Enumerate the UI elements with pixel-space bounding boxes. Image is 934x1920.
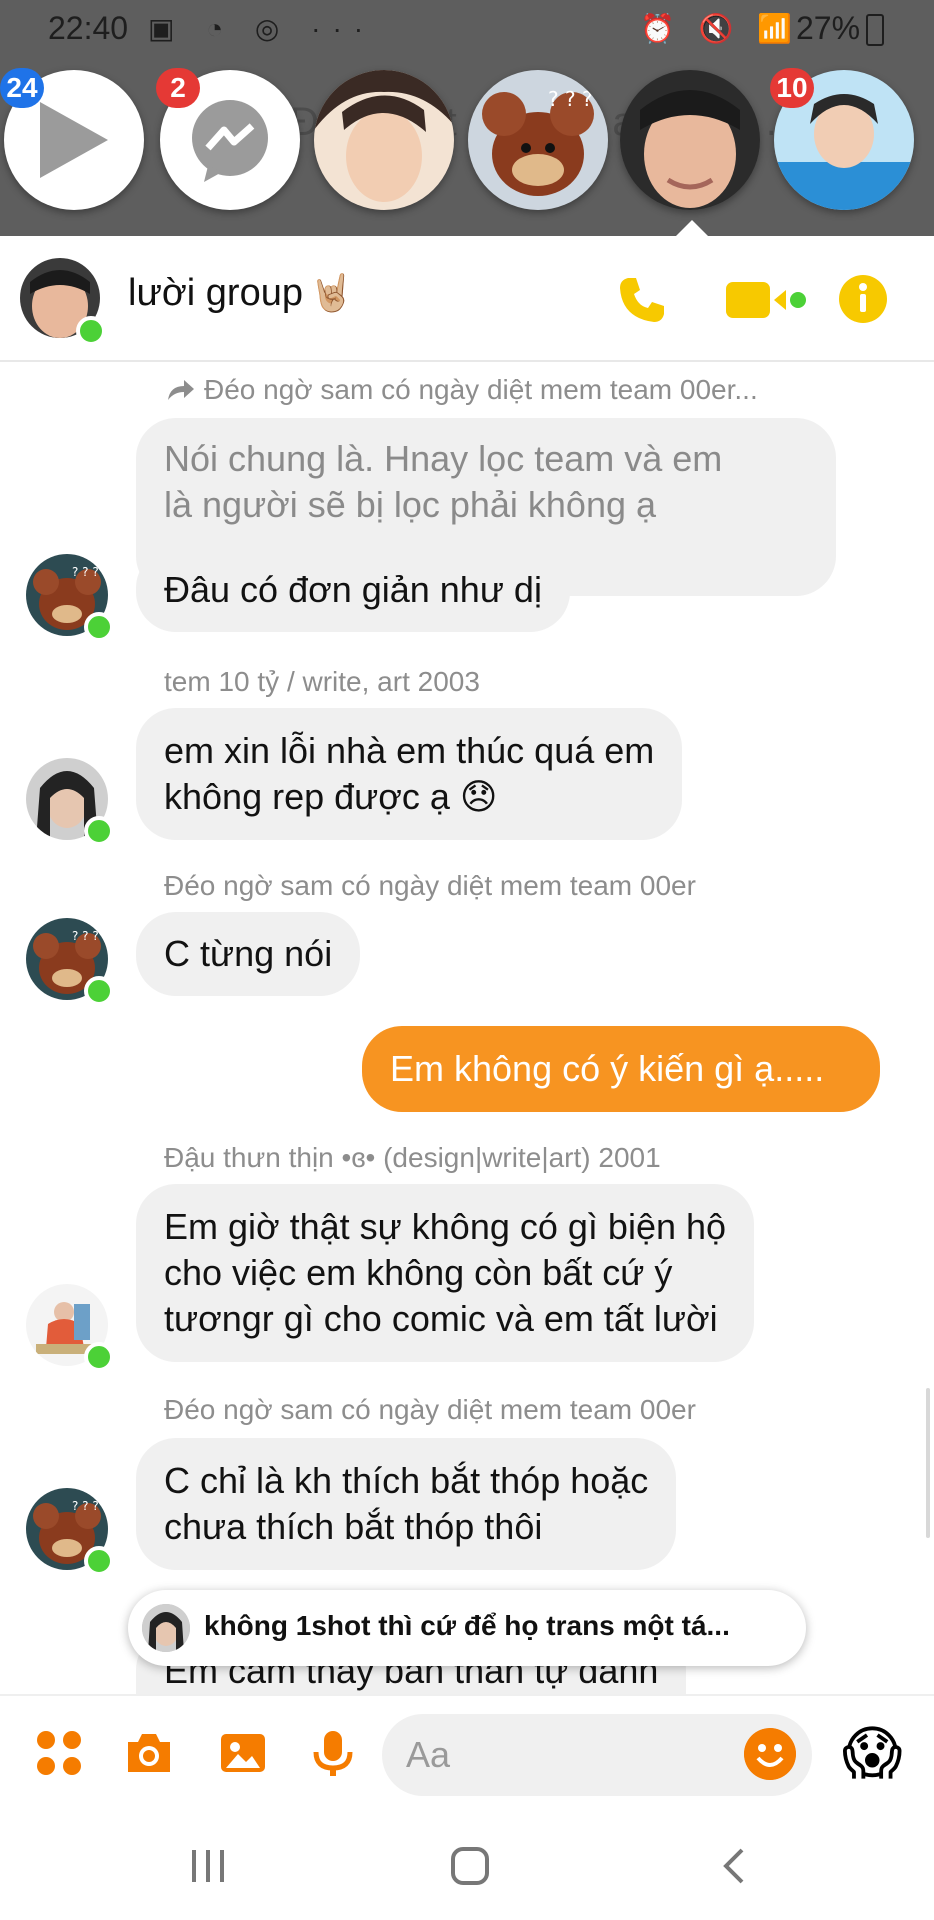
message-text: C từng nói (164, 933, 333, 974)
system-navigation-bar (0, 1812, 934, 1920)
status-time: 22:40 (48, 10, 129, 46)
chat-head-play[interactable]: 24 (0, 68, 144, 210)
own-message-bubble[interactable]: Em không có ý kiến gì ạ..... (362, 1026, 880, 1112)
quick-reaction-scream-icon[interactable]: 😱 (842, 1722, 902, 1786)
chat-panel: lười group 🤘🏼 Đéo ngờ sam có ngày diệt me… (0, 236, 934, 1812)
emoji-icon[interactable] (744, 1728, 796, 1780)
forward-icon (168, 380, 194, 400)
home-icon[interactable] (450, 1846, 490, 1886)
toast-avatar (142, 1604, 190, 1652)
unread-badge: 2 (156, 68, 200, 108)
notification-icons: ▣ ◔ ◎ ··· (148, 13, 376, 44)
chat-head-contact-3[interactable] (314, 70, 454, 210)
message-bubble[interactable]: C chỉ là kh thích bắt thóp hoặc chưa thí… (136, 1438, 677, 1570)
online-indicator (84, 1342, 114, 1372)
message-bubble[interactable]: C từng nói (136, 912, 361, 996)
message-line: là người sẽ bị lọc phải không ạ (164, 484, 657, 525)
message-line: Nói chung là. Hnay lọc team và em (164, 438, 723, 479)
online-indicator (84, 816, 114, 846)
conversation-title[interactable]: lười group 🤘🏼 (128, 272, 354, 315)
message-bubble[interactable]: em xin lỗi nhà em thúc quá em không rep … (136, 708, 683, 840)
svg-text:? ? ?: ? ? ? (548, 87, 593, 111)
sender-name: Đéo ngờ sam có ngày diệt mem team 00er (164, 870, 696, 901)
avatar (142, 1604, 190, 1652)
new-message-toast[interactable]: không 1shot thì cứ để họ trans một tá... (128, 1590, 806, 1666)
chat-head-contact-4[interactable]: ? ? ? (468, 70, 608, 210)
sender-name: Đậu thưn thịn •ɞ• (design|write|art) 200… (164, 1142, 661, 1173)
message-line: tươngr gì cho comic và em tất lười (164, 1298, 718, 1339)
svg-text:? ? ?: ? ? ? (72, 565, 99, 579)
chat-head-contact-6[interactable]: 10 (770, 68, 914, 210)
message-bubble[interactable]: Đâu có đơn giản như dị (136, 548, 570, 632)
gallery-icon[interactable] (218, 1728, 268, 1778)
title-emoji: 🤘🏼 (309, 272, 354, 313)
message-line: C chỉ là kh thích bắt thóp hoặc (164, 1460, 649, 1501)
avatar: ? ? ? (468, 70, 608, 210)
info-icon[interactable] (838, 274, 888, 324)
chat-head-contact-5-active[interactable] (620, 70, 760, 210)
battery-level: 27% (796, 10, 861, 46)
camera-icon[interactable] (124, 1728, 174, 1778)
online-indicator (84, 612, 114, 642)
message-text: Đâu có đơn giản như dị (164, 569, 542, 610)
message-line: cho việc em không còn bất cứ ý (164, 1252, 673, 1293)
unread-badge: 24 (0, 68, 44, 108)
avatar (314, 70, 454, 210)
message-composer: 😱 (0, 1694, 934, 1814)
svg-text:? ? ?: ? ? ? (72, 1499, 99, 1513)
scrollbar[interactable] (926, 1388, 930, 1538)
chat-head-messenger[interactable]: 2 (156, 68, 300, 210)
online-indicator (76, 316, 106, 346)
chat-header: lười group 🤘🏼 (0, 236, 934, 362)
sender-name: Đéo ngờ sam có ngày diệt mem team 00er (164, 1394, 696, 1425)
battery-icon (866, 14, 884, 46)
more-apps-icon[interactable] (34, 1728, 84, 1778)
recent-apps-icon[interactable] (188, 1848, 228, 1884)
active-chat-pointer (676, 220, 708, 236)
svg-text:? ? ?: ? ? ? (72, 929, 99, 943)
phone-call-icon[interactable] (616, 274, 668, 326)
message-text: Em không có ý kiến gì ạ..... (390, 1048, 825, 1089)
online-indicator (84, 1546, 114, 1576)
unread-badge: 10 (770, 68, 814, 108)
toast-message: không 1shot thì cứ để họ trans một tá... (204, 1610, 730, 1641)
system-icons: ⏰ 🔇 📶 (640, 13, 801, 44)
microphone-icon[interactable] (308, 1728, 358, 1778)
back-icon[interactable] (720, 1848, 748, 1884)
avatar (620, 70, 760, 210)
status-bar: 22:40 ▣ ◔ ◎ ··· ⏰ 🔇 📶 27% (0, 0, 934, 58)
sender-name: Đéo ngờ sam có ngày diệt mem team 00er..… (204, 374, 758, 405)
message-line: Em giờ thật sự không có gì biện hộ (164, 1206, 727, 1247)
message-bubble[interactable]: Em giờ thật sự không có gì biện hộ cho v… (136, 1184, 755, 1362)
conversation-name: lười group (128, 272, 303, 314)
message-line: em xin lỗi nhà em thúc quá em (164, 730, 655, 771)
sender-name: tem 10 tỷ / write, art 2003 (164, 666, 480, 697)
video-call-icon[interactable] (724, 280, 808, 320)
message-line: không rep được ạ 😞 (164, 776, 498, 817)
message-line: chưa thích bắt thóp thôi (164, 1506, 543, 1547)
online-indicator (84, 976, 114, 1006)
